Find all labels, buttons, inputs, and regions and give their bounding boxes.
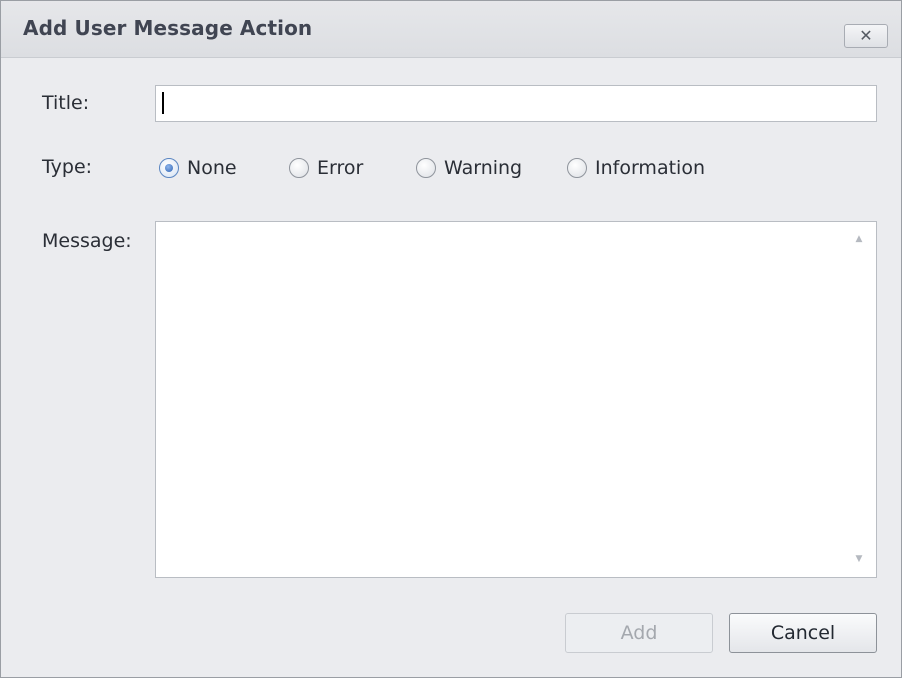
radio-unchecked-icon <box>289 158 309 178</box>
radio-label-information: Information <box>595 157 705 179</box>
type-label: Type: <box>42 156 93 178</box>
title-label: Title: <box>42 92 90 114</box>
radio-unchecked-icon <box>416 158 436 178</box>
dialog-window: Add User Message Action ✕ Title: Type: N… <box>0 0 902 678</box>
dialog-title: Add User Message Action <box>23 16 313 40</box>
message-label: Message: <box>42 230 132 252</box>
radio-unchecked-icon <box>567 158 587 178</box>
radio-type-error[interactable]: Error <box>289 155 363 181</box>
radio-label-error: Error <box>317 157 364 179</box>
radio-label-warning: Warning <box>444 157 523 179</box>
radio-checked-icon <box>159 158 179 178</box>
dialog-titlebar[interactable]: Add User Message Action ✕ <box>1 1 901 58</box>
close-button[interactable]: ✕ <box>844 24 888 48</box>
radio-label-none: None <box>187 157 237 179</box>
radio-type-warning[interactable]: Warning <box>416 155 522 181</box>
scroll-up-icon[interactable]: ▲ <box>852 232 866 246</box>
close-icon: ✕ <box>859 26 873 45</box>
radio-type-information[interactable]: Information <box>567 155 705 181</box>
add-button[interactable]: Add <box>565 613 713 653</box>
cancel-button[interactable]: Cancel <box>729 613 877 653</box>
text-caret <box>162 92 164 114</box>
radio-type-none[interactable]: None <box>159 155 237 181</box>
title-input[interactable] <box>155 85 877 122</box>
message-textarea[interactable]: ▲ ▼ <box>155 221 877 578</box>
scroll-down-icon[interactable]: ▼ <box>852 552 866 566</box>
